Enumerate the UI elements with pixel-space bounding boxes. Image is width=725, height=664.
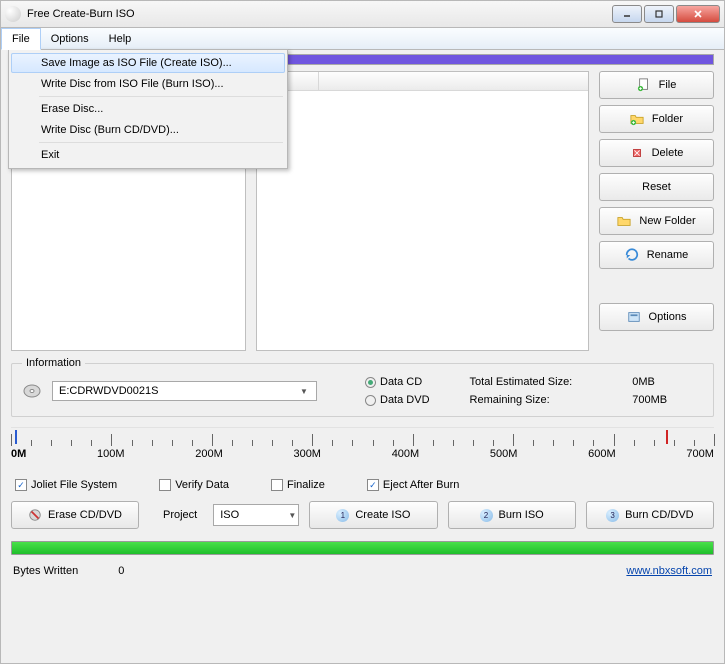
titlebar: Free Create-Burn ISO: [0, 0, 725, 28]
options-icon: [627, 310, 641, 324]
checkbox-icon: [367, 479, 379, 491]
window-title: Free Create-Burn ISO: [27, 8, 135, 20]
bytes-written-value: 0: [118, 565, 124, 577]
button-label: Create ISO: [355, 509, 410, 521]
radio-data-dvd[interactable]: Data DVD: [365, 394, 430, 406]
rename-button[interactable]: Rename: [599, 241, 714, 269]
total-estimated-label: Total Estimated Size:: [470, 376, 573, 388]
menu-write-disc-cd[interactable]: Write Disc (Burn CD/DVD)...: [11, 120, 285, 140]
drive-combo[interactable]: E:CDRWDVD0021S ▼: [52, 381, 317, 401]
website-link[interactable]: www.nbxsoft.com: [626, 565, 712, 577]
button-label: New Folder: [639, 215, 695, 227]
button-label: Erase CD/DVD: [48, 509, 122, 521]
check-label: Joliet File System: [31, 479, 117, 491]
options-button[interactable]: Options: [599, 303, 714, 331]
ruler-tick-label: 300M: [293, 448, 321, 460]
erase-cd-dvd-button[interactable]: Erase CD/DVD: [11, 501, 139, 529]
radio-data-cd[interactable]: Data CD: [365, 376, 430, 388]
remaining-size-value: 700MB: [632, 394, 667, 406]
ruler-limit-marker: [666, 430, 668, 444]
progress-bar: [11, 541, 714, 555]
checkbox-icon: [15, 479, 27, 491]
create-iso-button[interactable]: 1 Create ISO: [309, 501, 437, 529]
drive-value: E:CDRWDVD0021S: [59, 385, 158, 397]
radio-icon: [365, 377, 376, 388]
check-finalize[interactable]: Finalize: [271, 479, 325, 491]
folder-add-icon: [630, 112, 644, 126]
project-value: ISO: [220, 509, 239, 521]
add-file-button[interactable]: File: [599, 71, 714, 99]
maximize-button[interactable]: [644, 5, 674, 23]
button-label: Folder: [652, 113, 683, 125]
button-label: Reset: [642, 181, 671, 193]
radio-label: Data CD: [380, 376, 422, 388]
step-3-icon: 3: [606, 509, 619, 522]
check-label: Verify Data: [175, 479, 229, 491]
capacity-ruler: 0M 100M 200M 300M 400M 500M 600M 700M: [11, 427, 714, 467]
ruler-tick-label: 0M: [11, 448, 26, 460]
new-folder-icon: [617, 214, 631, 228]
radio-icon: [365, 395, 376, 406]
ruler-tick-label: 400M: [392, 448, 420, 460]
check-label: Eject After Burn: [383, 479, 459, 491]
check-verify[interactable]: Verify Data: [159, 479, 229, 491]
project-label: Project: [149, 509, 203, 521]
button-label: Delete: [652, 147, 684, 159]
reset-button[interactable]: Reset: [599, 173, 714, 201]
erase-icon: [28, 508, 42, 522]
app-icon: [5, 6, 21, 22]
button-label: Burn ISO: [499, 509, 544, 521]
menubar: File Options Help: [0, 28, 725, 50]
check-joliet[interactable]: Joliet File System: [15, 479, 117, 491]
burn-iso-button[interactable]: 2 Burn ISO: [448, 501, 576, 529]
check-label: Finalize: [287, 479, 325, 491]
delete-button[interactable]: Delete: [599, 139, 714, 167]
file-menu-dropdown: Save Image as ISO File (Create ISO)... W…: [8, 49, 288, 169]
step-1-icon: 1: [336, 509, 349, 522]
project-combo[interactable]: ISO ▼: [213, 504, 299, 526]
close-button[interactable]: [676, 5, 720, 23]
button-label: Options: [649, 311, 687, 323]
ruler-start-marker: [15, 430, 17, 444]
button-label: Rename: [647, 249, 689, 261]
menu-erase-disc[interactable]: Erase Disc...: [11, 99, 285, 119]
chevron-down-icon: ▼: [288, 511, 296, 520]
remaining-size-label: Remaining Size:: [470, 394, 573, 406]
add-folder-button[interactable]: Folder: [599, 105, 714, 133]
total-estimated-value: 0MB: [632, 376, 667, 388]
ruler-tick-label: 700M: [686, 448, 714, 460]
menu-exit[interactable]: Exit: [11, 145, 285, 165]
file-list-header: e: [257, 72, 588, 91]
minimize-button[interactable]: [612, 5, 642, 23]
menu-options[interactable]: Options: [41, 28, 99, 49]
burn-cd-dvd-button[interactable]: 3 Burn CD/DVD: [586, 501, 714, 529]
menu-separator: [39, 96, 283, 97]
chevron-down-icon: ▼: [296, 387, 312, 396]
ruler-tick-label: 100M: [97, 448, 125, 460]
ruler-tick-label: 200M: [195, 448, 223, 460]
information-legend: Information: [22, 357, 85, 369]
menu-file[interactable]: File: [1, 28, 41, 50]
check-eject[interactable]: Eject After Burn: [367, 479, 459, 491]
radio-label: Data DVD: [380, 394, 430, 406]
file-list-panel[interactable]: e: [256, 71, 589, 351]
button-label: Burn CD/DVD: [625, 509, 693, 521]
drive-icon: [22, 383, 42, 399]
checkbox-icon: [159, 479, 171, 491]
menu-separator: [39, 142, 283, 143]
delete-icon: [630, 146, 644, 160]
rename-icon: [625, 248, 639, 262]
menu-write-disc-iso[interactable]: Write Disc from ISO File (Burn ISO)...: [11, 74, 285, 94]
bytes-written-label: Bytes Written: [13, 565, 78, 577]
new-folder-button[interactable]: New Folder: [599, 207, 714, 235]
menu-help[interactable]: Help: [99, 28, 142, 49]
ruler-tick-label: 600M: [588, 448, 616, 460]
step-2-icon: 2: [480, 509, 493, 522]
button-label: File: [659, 79, 677, 91]
checkbox-icon: [271, 479, 283, 491]
ruler-tick-label: 500M: [490, 448, 518, 460]
file-add-icon: [637, 78, 651, 92]
information-group: Information E:CDRWDVD0021S ▼ Data CD Dat…: [11, 363, 714, 417]
menu-save-image-iso[interactable]: Save Image as ISO File (Create ISO)...: [11, 53, 285, 73]
